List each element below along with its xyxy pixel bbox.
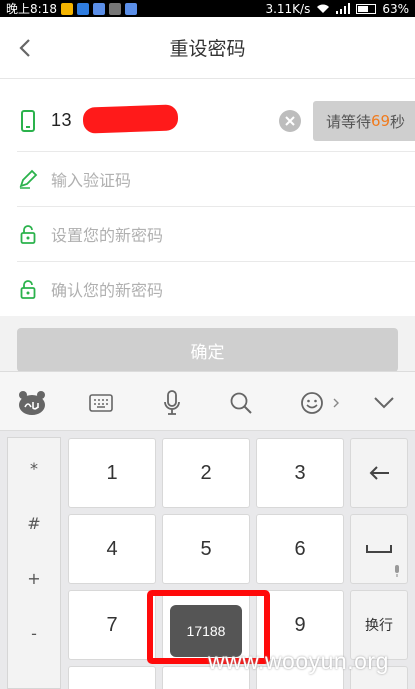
reset-password-form: 13 3 请等待69秒 输入验证码 设置您的新密码 确认您的新密码 [0,90,415,317]
key-5[interactable]: 5 [162,514,250,584]
confirm-button[interactable]: 确定 [17,328,398,372]
search-icon[interactable] [227,389,255,417]
phone-icon [17,109,39,132]
countdown-seconds: 69 [370,112,391,130]
phone-row: 13 3 请等待69秒 [17,90,415,152]
signal-icon [336,3,351,14]
chevron-left-icon [19,39,30,57]
emoji-icon[interactable] [298,389,326,417]
confirm-password-input[interactable]: 确认您的新密码 [51,277,163,301]
lock-icon-confirm [17,278,39,300]
key-1[interactable]: 1 [68,438,156,508]
key-4[interactable]: 4 [68,514,156,584]
chevron-right-icon[interactable] [330,389,342,417]
page-title: 重设密码 [169,38,246,60]
status-time: 晚上8:18 [6,2,57,16]
battery-percent: 63% [382,1,409,16]
keyboard-icon[interactable] [87,389,115,417]
lock-icon [17,223,39,245]
redaction-mark [82,104,179,134]
watermark: www.wooyun.org [208,648,389,674]
new-password-input[interactable]: 设置您的新密码 [51,222,163,246]
new-password-row[interactable]: 设置您的新密码 [17,207,415,262]
small-mic-icon [395,565,399,577]
confirm-password-row[interactable]: 确认您的新密码 [17,262,415,317]
pencil-icon [17,168,39,190]
key-7[interactable]: 7 [68,590,156,660]
key-3[interactable]: 3 [256,438,344,508]
network-speed: 3.11K/s [265,1,311,16]
close-icon [285,116,295,126]
space-button[interactable] [350,514,408,584]
code-row[interactable]: 输入验证码 [17,152,415,207]
battery-icon [356,3,377,14]
status-bar: 晚上8:18 3.11K/s 63% [0,0,415,17]
key-symbol-star[interactable]: * [8,448,60,488]
chevron-down-icon[interactable] [370,389,398,417]
key-symbol-plus[interactable]: + [8,558,60,598]
space-icon [366,545,392,553]
clear-button[interactable] [279,110,301,132]
resend-label-before: 请等待 [325,112,371,131]
notification-app-icon [76,2,89,15]
key-2[interactable]: 2 [162,438,250,508]
key-symbol-hash[interactable]: # [8,503,60,543]
phone-number-prefix[interactable]: 13 [51,110,72,131]
microphone-icon[interactable] [158,389,186,417]
resend-code-button[interactable]: 请等待 69 秒 [313,101,415,141]
key-bottom-left[interactable] [68,666,156,689]
symbol-column: * # + - [7,437,61,689]
notification-message-icon [108,2,121,15]
resend-label-after: 秒 [390,112,406,131]
app-header: 重设密码 [0,17,415,79]
backspace-icon [369,466,389,480]
code-input[interactable]: 输入验证码 [51,167,131,191]
baidu-ime-logo-icon[interactable] [18,389,46,417]
notification-phone-icon [92,2,105,15]
notification-mail-icon [60,2,73,15]
back-button[interactable] [10,31,40,65]
key-6[interactable]: 6 [256,514,344,584]
backspace-button[interactable] [350,438,408,508]
keyboard-toolbar [0,371,415,431]
wifi-icon [317,4,330,13]
key-symbol-minus[interactable]: - [8,613,60,653]
notification-phone-icon-2 [124,2,137,15]
